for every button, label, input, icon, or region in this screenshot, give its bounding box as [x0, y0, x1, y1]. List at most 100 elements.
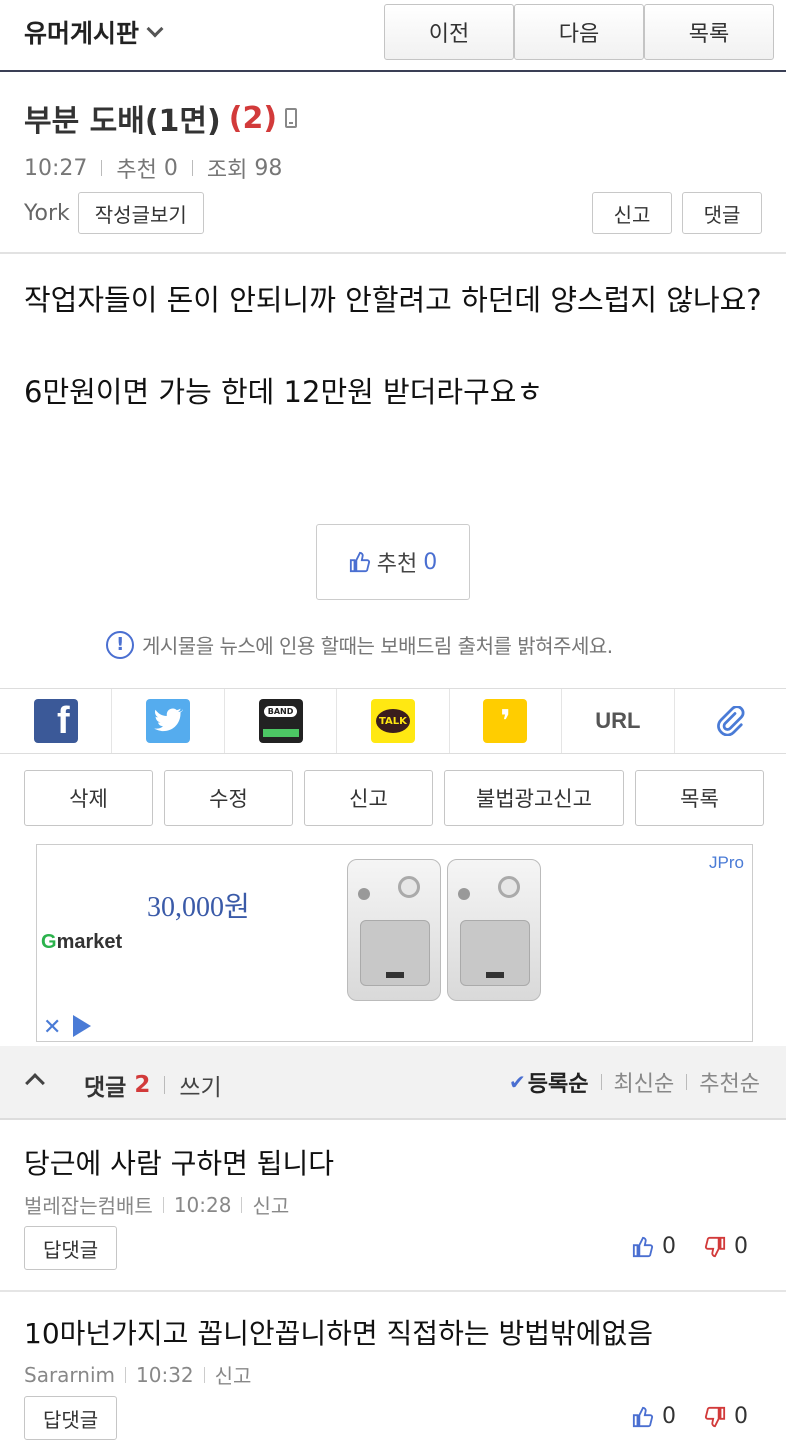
attachment-icon	[717, 706, 745, 736]
citation-notice-text: 게시물을 뉴스에 인용 할때는 보배드림 출처를 밝혀주세요.	[142, 634, 613, 658]
view-posts-button[interactable]: 작성글보기	[77, 192, 204, 234]
gmarket-logo-g: G	[41, 931, 57, 953]
comment-time: 10:32	[136, 1362, 194, 1387]
post-body: 작업자들이 돈이 안되니까 안할려고 하던데 양스럽지 않나요? 6만원이면 가…	[24, 276, 764, 460]
band-icon-stripe	[262, 729, 299, 737]
thumbs-up-icon	[349, 551, 370, 573]
comment-author[interactable]: 벌레잡는컴배트	[24, 1190, 153, 1219]
views-label: 조회	[206, 158, 248, 183]
comments-label: 댓글	[84, 1075, 127, 1101]
share-kakaotalk[interactable]: TALK	[337, 689, 450, 753]
divider	[203, 1366, 205, 1383]
recommend-button[interactable]: 추천 0	[316, 524, 470, 600]
speaker-logo	[486, 972, 504, 978]
sort-latest[interactable]: 최신순	[614, 1066, 675, 1098]
comment-votes: 0 0	[604, 1404, 748, 1429]
band-icon-label: BAND	[263, 706, 298, 717]
edit-button[interactable]: 수정	[164, 770, 293, 826]
board-selector[interactable]: 유머게시판	[24, 14, 164, 50]
reply-button[interactable]: 답댓글	[24, 1396, 118, 1440]
exclamation-icon: !	[106, 630, 134, 659]
list-bottom-button[interactable]: 목록	[635, 770, 764, 826]
upvote-count: 0	[662, 1234, 676, 1259]
author-row: York 작성글보기	[24, 192, 204, 234]
comment-report-link[interactable]: 신고	[252, 1190, 289, 1219]
upvote-count: 0	[662, 1404, 676, 1429]
post-meta: 10:27 추천 0 조회 98	[24, 152, 282, 184]
upvote-button[interactable]: 0	[632, 1234, 676, 1259]
speaker-led	[458, 888, 470, 900]
adchoices-icon[interactable]	[73, 1015, 91, 1037]
kakaostory-icon: ❜	[483, 699, 528, 743]
gmarket-logo-text: market	[56, 931, 123, 953]
chevron-down-icon	[146, 20, 164, 38]
comment-meta: 벌레잡는컴배트 10:28 신고	[24, 1190, 289, 1219]
share-attachment[interactable]	[675, 689, 786, 753]
prev-button[interactable]: 이전	[384, 4, 514, 60]
list-button[interactable]: 목록	[644, 4, 774, 60]
delete-button[interactable]: 삭제	[24, 770, 153, 826]
speaker-led	[358, 888, 370, 900]
reply-button[interactable]: 답댓글	[24, 1226, 118, 1270]
share-twitter[interactable]	[112, 689, 225, 753]
comment-text: 당근에 사람 구하면 됩니다	[24, 1147, 335, 1180]
write-comment-link[interactable]: 쓰기	[179, 1068, 221, 1102]
post-time: 10:27	[24, 155, 88, 181]
comments-count: 2	[134, 1072, 151, 1098]
comment-text: 10마넌가지고 꼽니안꼽니하면 직접하는 방법밖에없음	[24, 1317, 654, 1350]
advertisement[interactable]: 30,000원 Gmarket JPro ✕	[36, 844, 753, 1042]
divider	[101, 160, 103, 176]
top-bar: 유머게시판 이전 다음 목록	[0, 0, 786, 72]
comments-title: 댓글 2 쓰기	[84, 1068, 222, 1102]
thumbs-down-icon	[704, 1236, 726, 1257]
twitter-icon	[146, 699, 191, 743]
close-ad-icon[interactable]: ✕	[43, 1015, 61, 1040]
collapse-chevron-up-icon[interactable]	[25, 1073, 45, 1093]
downvote-button[interactable]: 0	[704, 1404, 748, 1429]
divider	[241, 1196, 243, 1213]
illegal-ad-report-button[interactable]: 불법광고신고	[444, 770, 624, 826]
speaker-tweeter	[398, 876, 420, 898]
downvote-button[interactable]: 0	[704, 1234, 748, 1259]
mobile-icon	[285, 108, 298, 128]
facebook-icon: f	[33, 699, 78, 743]
comment-button[interactable]: 댓글	[682, 192, 762, 234]
comment-meta: Sararnim 10:32 신고	[24, 1360, 251, 1389]
share-facebook[interactable]: f	[0, 689, 113, 753]
checkmark-icon: ✔	[509, 1070, 526, 1094]
comment-author[interactable]: Sararnim	[24, 1363, 115, 1387]
post-body-paragraph: 작업자들이 돈이 안되니까 안할려고 하던데 양스럽지 않나요?	[24, 283, 762, 317]
views-count: 98	[254, 155, 283, 181]
upvote-button[interactable]: 0	[632, 1404, 676, 1429]
comment-count-badge[interactable]: (2)	[229, 101, 277, 136]
divider	[600, 1074, 602, 1090]
speaker-image	[447, 859, 541, 1001]
comment-report-link[interactable]: 신고	[215, 1360, 252, 1389]
recommend-label: 추천	[116, 158, 157, 183]
share-band[interactable]: BAND	[225, 689, 338, 753]
speaker-image	[347, 859, 441, 1001]
recommend-button-label: 추천	[376, 552, 418, 577]
divider	[0, 252, 786, 254]
sort-recommended[interactable]: 추천순	[699, 1066, 760, 1098]
share-url[interactable]: URL	[562, 689, 675, 753]
share-kakaostory[interactable]: ❜	[450, 689, 563, 753]
band-icon: BAND	[258, 699, 303, 743]
report-button[interactable]: 신고	[592, 192, 672, 234]
ad-container: 30,000원 Gmarket JPro ✕	[0, 842, 786, 1046]
divider	[191, 160, 193, 176]
sort-registered[interactable]: 등록순	[528, 1066, 589, 1098]
comment-votes: 0 0	[604, 1234, 748, 1259]
recommend-button-count: 0	[423, 549, 438, 575]
comment-sort-options: ✔ 등록순 최신순 추천순	[509, 1066, 760, 1098]
divider	[125, 1366, 127, 1383]
post-actions: 삭제 수정 신고 불법광고신고 목록	[24, 770, 764, 826]
next-button[interactable]: 다음	[514, 4, 644, 60]
author-name[interactable]: York	[24, 201, 70, 226]
ad-price: 30,000원	[147, 892, 250, 923]
comment-item: 10마넌가지고 꼽니안꼽니하면 직접하는 방법밖에없음 Sararnim 10:…	[0, 1292, 786, 1454]
report-post-button[interactable]: 신고	[304, 770, 433, 826]
url-icon: URL	[595, 708, 641, 733]
thumbs-down-icon	[704, 1406, 726, 1427]
post-title-text: 부분 도배(1면)	[24, 104, 221, 139]
